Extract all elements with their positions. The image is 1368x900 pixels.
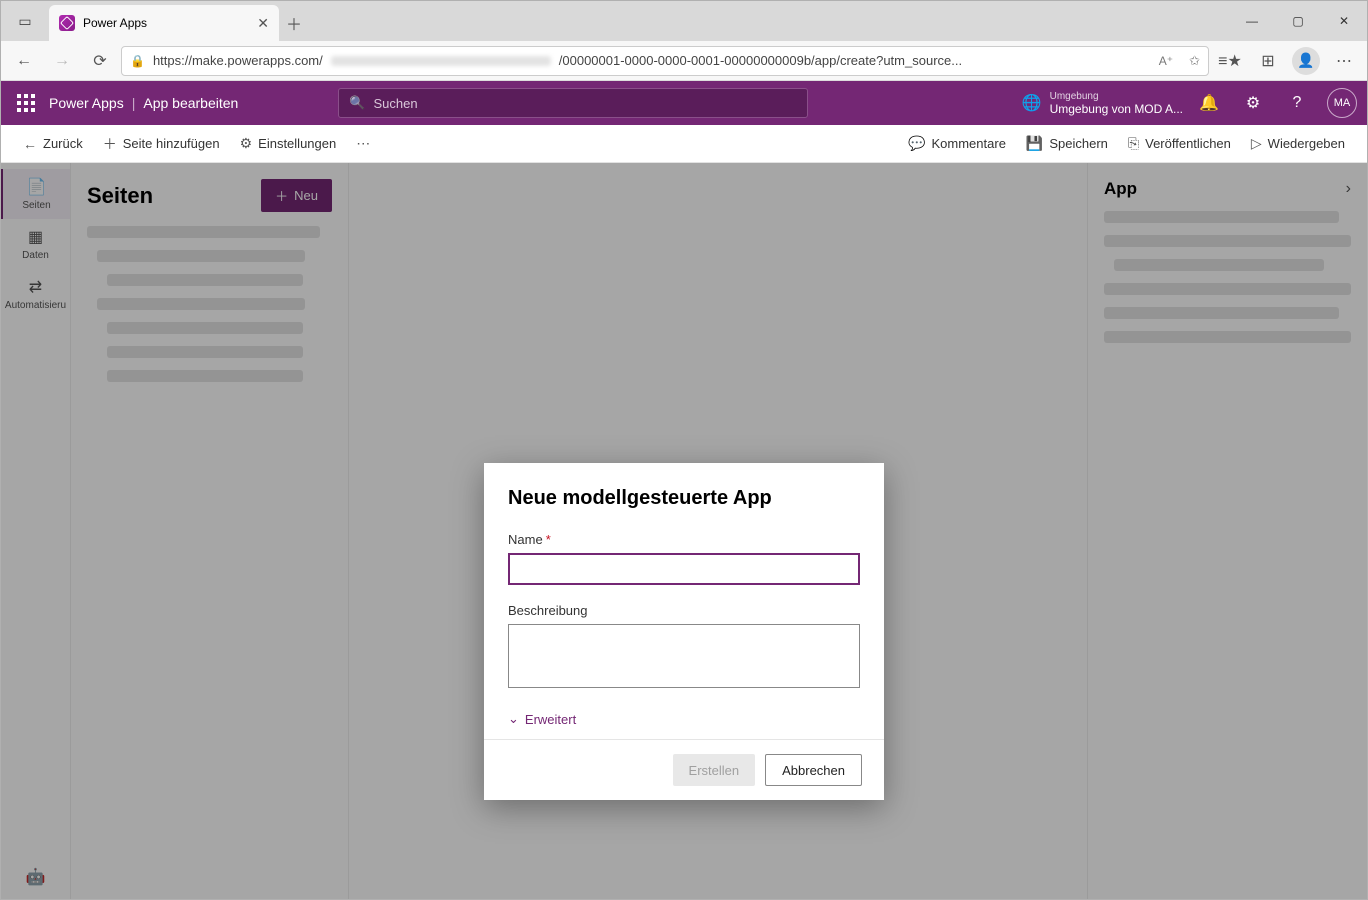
- app-header: Power Apps | App bearbeiten 🔍 Suchen 🌐 U…: [1, 81, 1367, 125]
- cmd-settings[interactable]: ⚙Einstellungen: [230, 125, 347, 162]
- reader-mode-icon[interactable]: A⁺: [1159, 54, 1173, 68]
- refresh-button[interactable]: ⟳: [83, 44, 117, 78]
- cmd-play[interactable]: ▷Wiedergeben: [1241, 135, 1355, 152]
- environment-label: Umgebung: [1050, 91, 1183, 102]
- notifications-icon[interactable]: 🔔: [1191, 93, 1227, 113]
- maximize-button[interactable]: ▢: [1275, 1, 1321, 41]
- plus-icon: ＋: [103, 134, 117, 154]
- browser-tab-title: Power Apps: [83, 16, 147, 30]
- environment-picker[interactable]: Umgebung Umgebung von MOD A...: [1050, 91, 1183, 116]
- close-window-button[interactable]: ✕: [1321, 1, 1367, 41]
- arrow-left-icon: ←: [23, 136, 37, 152]
- forward-button[interactable]: →: [45, 44, 79, 78]
- cmd-comments[interactable]: 💬Kommentare: [898, 135, 1016, 152]
- cmd-back[interactable]: ←Zurück: [13, 125, 93, 162]
- gear-icon: ⚙: [240, 135, 253, 152]
- user-avatar[interactable]: MA: [1327, 88, 1357, 118]
- new-tab-button[interactable]: ＋: [279, 5, 309, 41]
- environment-value: Umgebung von MOD A...: [1050, 102, 1183, 116]
- back-button[interactable]: ←: [7, 44, 41, 78]
- address-bar[interactable]: 🔒 https://make.powerapps.com/ /00000001-…: [121, 46, 1209, 76]
- profile-avatar[interactable]: 👤: [1292, 47, 1320, 75]
- new-app-dialog: Neue modellgesteuerte App Name* Beschrei…: [484, 463, 884, 800]
- settings-icon[interactable]: ⚙: [1235, 93, 1271, 113]
- browser-tab-strip: ▭ Power Apps ✕ ＋ ― ▢ ✕: [1, 1, 1367, 41]
- url-suffix: /00000001-0000-0000-0001-00000000009b/ap…: [559, 53, 962, 68]
- more-icon: ⋯: [356, 135, 370, 152]
- tab-actions-icon[interactable]: ▭: [18, 13, 31, 30]
- close-tab-icon[interactable]: ✕: [257, 15, 269, 32]
- help-icon[interactable]: ?: [1279, 94, 1315, 112]
- browser-tab[interactable]: Power Apps ✕: [49, 5, 279, 41]
- save-icon: 💾: [1026, 135, 1043, 152]
- publish-icon: ⎘: [1128, 135, 1139, 152]
- chevron-down-icon: ⌄: [508, 711, 519, 727]
- comment-icon: 💬: [908, 135, 925, 152]
- url-prefix: https://make.powerapps.com/: [153, 53, 323, 68]
- create-button[interactable]: Erstellen: [673, 754, 756, 786]
- command-bar: ←Zurück ＋Seite hinzufügen ⚙Einstellungen…: [1, 125, 1367, 163]
- search-icon: 🔍: [349, 95, 365, 111]
- cmd-save[interactable]: 💾Speichern: [1016, 135, 1118, 152]
- description-input[interactable]: [508, 624, 860, 688]
- cmd-add-page[interactable]: ＋Seite hinzufügen: [93, 125, 230, 162]
- browser-menu-icon[interactable]: ⋯: [1327, 44, 1361, 78]
- name-input[interactable]: [508, 553, 860, 585]
- browser-toolbar: ← → ⟳ 🔒 https://make.powerapps.com/ /000…: [1, 41, 1367, 81]
- cmd-overflow[interactable]: ⋯: [346, 125, 380, 162]
- cmd-publish[interactable]: ⎘Veröffentlichen: [1118, 135, 1241, 152]
- cancel-button[interactable]: Abbrechen: [765, 754, 862, 786]
- breadcrumb-separator: |: [132, 95, 136, 111]
- powerapps-favicon: [59, 15, 75, 31]
- url-obscured: [331, 56, 551, 66]
- product-name[interactable]: Power Apps: [49, 95, 124, 111]
- collections-icon[interactable]: ⊞: [1251, 44, 1285, 78]
- environment-icon: 🌐: [1022, 93, 1042, 113]
- lock-icon: 🔒: [130, 54, 145, 68]
- favorites-icon[interactable]: ≡★: [1213, 44, 1247, 78]
- name-label: Name*: [508, 532, 860, 547]
- minimize-button[interactable]: ―: [1229, 1, 1275, 41]
- play-icon: ▷: [1251, 135, 1262, 152]
- advanced-toggle[interactable]: ⌄ Erweitert: [508, 711, 860, 727]
- global-search[interactable]: 🔍 Suchen: [338, 88, 808, 118]
- app-launcher-icon[interactable]: [11, 88, 41, 118]
- dialog-title: Neue modellgesteuerte App: [508, 487, 860, 510]
- description-label: Beschreibung: [508, 603, 860, 618]
- favorite-icon[interactable]: ✩: [1189, 53, 1200, 69]
- search-placeholder: Suchen: [374, 96, 418, 111]
- breadcrumb-context: App bearbeiten: [143, 95, 238, 111]
